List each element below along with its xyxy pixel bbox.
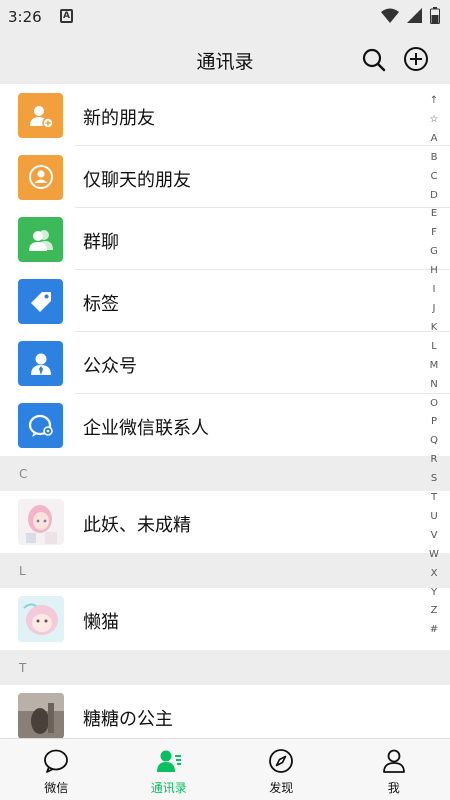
- alphabet-index-letter[interactable]: Y: [426, 584, 442, 603]
- alphabet-index-letter[interactable]: U: [426, 508, 442, 527]
- alphabet-index-letter[interactable]: I: [426, 281, 442, 300]
- alphabet-index-letter[interactable]: C: [426, 168, 442, 187]
- chat-bubble-icon: [44, 749, 69, 773]
- alphabet-index-letter[interactable]: L: [426, 338, 442, 357]
- new-friends-label: 新的朋友: [83, 108, 155, 129]
- alphabet-index-letter[interactable]: Q: [426, 432, 442, 451]
- alphabet-index-letter[interactable]: K: [426, 319, 442, 338]
- alphabet-index-letter[interactable]: O: [426, 395, 442, 414]
- add-friend-icon: [18, 93, 63, 138]
- tab-label: 微信: [44, 781, 69, 795]
- alphabet-index-letter[interactable]: J: [426, 300, 442, 319]
- group-chat-icon: [18, 217, 63, 262]
- tab-discover[interactable]: 发现: [225, 739, 338, 800]
- contacts-list[interactable]: 新的朋友 仅聊天的朋友 群聊 标签 公众号 企业微信联系人 C 此妖、未成精 L…: [0, 84, 450, 738]
- title-bar: 通讯录: [0, 34, 450, 84]
- alphabet-index-letter[interactable]: Z: [426, 602, 442, 621]
- contact-row[interactable]: 懒猫: [0, 588, 450, 650]
- contact-row[interactable]: 此妖、未成精: [0, 491, 450, 553]
- contact-name: 此妖、未成精: [83, 515, 191, 536]
- search-icon[interactable]: [361, 47, 387, 73]
- official-accounts-item[interactable]: 公众号: [0, 332, 450, 394]
- wifi-icon: [381, 8, 399, 23]
- alphabet-index-letter[interactable]: E: [426, 205, 442, 224]
- contacts-icon: [156, 750, 181, 772]
- alphabet-index-letter[interactable]: G: [426, 243, 442, 262]
- notification-a-icon: A: [60, 9, 73, 23]
- official-accounts-label: 公众号: [83, 356, 137, 377]
- section-header: C: [0, 456, 450, 491]
- section-letter: C: [19, 467, 28, 481]
- work-contacts-item[interactable]: 企业微信联系人: [0, 394, 450, 456]
- work-contacts-icon: [18, 403, 63, 448]
- alphabet-index-letter[interactable]: ↑: [426, 92, 442, 111]
- official-account-icon: [18, 341, 63, 386]
- alphabet-index-letter[interactable]: H: [426, 262, 442, 281]
- bottom-tab-bar: 微信 通讯录 发现 我: [0, 738, 450, 800]
- alphabet-index-letter[interactable]: B: [426, 149, 442, 168]
- contact-name: 懒猫: [83, 612, 119, 633]
- tab-chats[interactable]: 微信: [0, 739, 113, 800]
- group-chats-item[interactable]: 群聊: [0, 208, 450, 270]
- compass-icon: [269, 749, 294, 773]
- chat-only-friend-icon: [18, 155, 63, 200]
- tags-item[interactable]: 标签: [0, 270, 450, 332]
- signal-icon: [407, 8, 422, 23]
- tab-contacts[interactable]: 通讯录: [113, 739, 226, 800]
- tag-icon: [18, 279, 63, 324]
- alphabet-index-letter[interactable]: M: [426, 357, 442, 376]
- chat-only-friends-item[interactable]: 仅聊天的朋友: [0, 146, 450, 208]
- tab-me[interactable]: 我: [338, 739, 450, 800]
- new-friends-item[interactable]: 新的朋友: [0, 84, 450, 146]
- tab-label: 我: [387, 781, 400, 795]
- alphabet-index-letter[interactable]: F: [426, 224, 442, 243]
- alphabet-index-letter[interactable]: R: [426, 451, 442, 470]
- system-icons: [381, 7, 440, 24]
- tab-label: 发现: [269, 781, 294, 795]
- alphabet-index-letter[interactable]: A: [426, 130, 442, 149]
- section-header: L: [0, 553, 450, 588]
- contact-row[interactable]: 糖糖の公主: [0, 685, 450, 738]
- battery-icon: [430, 7, 440, 24]
- section-header: T: [0, 650, 450, 685]
- add-icon[interactable]: [403, 46, 429, 72]
- alphabet-index-letter[interactable]: #: [426, 621, 442, 640]
- person-icon: [382, 749, 405, 773]
- section-letter: L: [19, 564, 26, 578]
- status-bar: 3:26 A: [0, 0, 450, 34]
- group-chats-label: 群聊: [83, 232, 119, 253]
- alphabet-index[interactable]: ↑ ☆ A B C D E F G H I J K L M N O P Q R S T U V W X Y Z #: [426, 92, 442, 640]
- contact-name: 糖糖の公主: [83, 709, 173, 730]
- alphabet-index-letter[interactable]: N: [426, 376, 442, 395]
- work-contacts-label: 企业微信联系人: [83, 418, 209, 439]
- alphabet-index-letter[interactable]: ☆: [426, 111, 442, 130]
- avatar: [18, 693, 64, 738]
- alphabet-index-letter[interactable]: P: [426, 413, 442, 432]
- alphabet-index-letter[interactable]: D: [426, 187, 442, 206]
- alphabet-index-letter[interactable]: V: [426, 527, 442, 546]
- status-time: 3:26: [8, 8, 42, 26]
- section-letter: T: [19, 661, 27, 675]
- tab-label: 通讯录: [150, 781, 187, 795]
- alphabet-index-letter[interactable]: W: [426, 546, 442, 565]
- alphabet-index-letter[interactable]: X: [426, 565, 442, 584]
- avatar: [18, 596, 64, 642]
- tags-label: 标签: [83, 294, 119, 315]
- avatar: [18, 499, 64, 545]
- chat-only-friends-label: 仅聊天的朋友: [83, 170, 191, 191]
- alphabet-index-letter[interactable]: T: [426, 489, 442, 508]
- alphabet-index-letter[interactable]: S: [426, 470, 442, 489]
